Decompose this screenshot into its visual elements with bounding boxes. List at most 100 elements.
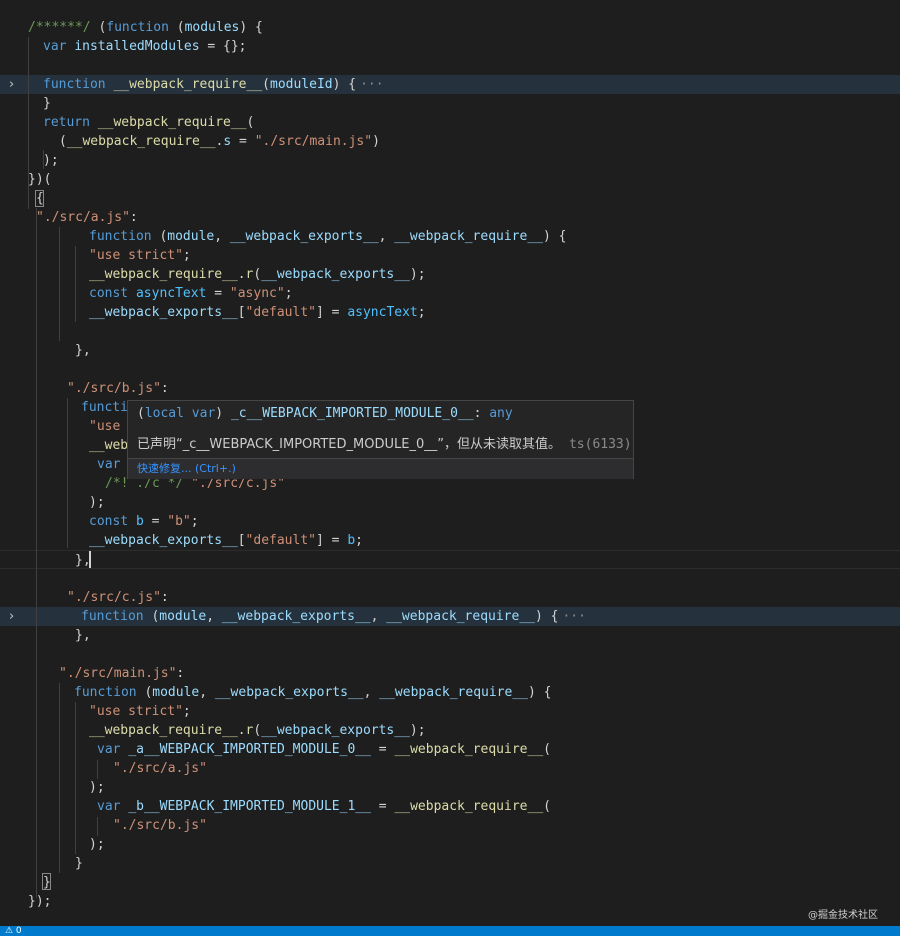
code-token: "./src/b.js" xyxy=(67,381,161,396)
indent-guide xyxy=(97,817,98,836)
code-line[interactable]: "./src/a.js" xyxy=(0,759,900,778)
code-line[interactable]: function (module, __webpack_exports__, _… xyxy=(0,683,900,702)
code-line[interactable]: function (module, __webpack_exports__, _… xyxy=(0,227,900,246)
code-text: "./src/b.js" xyxy=(113,816,207,835)
code-token: = xyxy=(370,799,395,814)
code-line[interactable]: }, xyxy=(0,550,900,569)
code-line[interactable]: } xyxy=(0,873,900,892)
code-token: ( xyxy=(136,685,153,700)
code-token: __webpack_require__ xyxy=(89,267,238,282)
code-text: }); xyxy=(28,892,51,911)
code-line[interactable]: var installedModules = {}; xyxy=(0,37,900,56)
code-token: __webpack_require__ xyxy=(379,685,528,700)
code-text: "use strict"; xyxy=(89,246,191,265)
code-line[interactable] xyxy=(0,569,900,588)
code-line[interactable]: }, xyxy=(0,341,900,360)
code-token: } xyxy=(43,96,51,111)
code-token: "default" xyxy=(245,533,316,548)
code-line[interactable]: "./src/b.js" xyxy=(0,816,900,835)
code-token: ] = xyxy=(316,305,348,320)
signature-token: ( xyxy=(137,406,145,421)
code-line[interactable]: "./src/main.js": xyxy=(0,664,900,683)
code-text: const b = "b"; xyxy=(89,512,199,531)
code-line[interactable]: "use strict"; xyxy=(0,702,900,721)
code-line[interactable]: ); xyxy=(0,778,900,797)
code-line[interactable]: const asyncText = "async"; xyxy=(0,284,900,303)
fold-chevron-icon[interactable]: › xyxy=(9,75,14,94)
code-token: ( xyxy=(143,609,160,624)
code-text: ); xyxy=(89,493,105,512)
code-token: , xyxy=(378,229,395,244)
code-line[interactable]: (__webpack_require__.s = "./src/main.js"… xyxy=(0,132,900,151)
code-token: , xyxy=(370,609,387,624)
code-line[interactable]: __webpack_require__.r(__webpack_exports_… xyxy=(0,265,900,284)
code-token: "./src/c.js" xyxy=(67,590,161,605)
code-token: ( xyxy=(262,77,270,92)
code-token: __webpack_exports__ xyxy=(221,609,371,624)
hover-tooltip: (local var) _c__WEBPACK_IMPORTED_MODULE_… xyxy=(127,400,634,479)
code-text: function (module, __webpack_exports__, _… xyxy=(74,683,551,702)
code-line[interactable]: __webpack_require__.r(__webpack_exports_… xyxy=(0,721,900,740)
code-line[interactable]: ); xyxy=(0,835,900,854)
code-line[interactable]: "./src/b.js": xyxy=(0,379,900,398)
code-token: asyncText xyxy=(135,286,207,301)
indent-guide xyxy=(36,208,37,898)
code-line[interactable]: } xyxy=(0,94,900,113)
code-line[interactable]: })( xyxy=(0,170,900,189)
code-text: (__webpack_require__.s = "./src/main.js"… xyxy=(59,132,380,151)
code-token: ( xyxy=(543,799,551,814)
code-line[interactable]: } xyxy=(0,854,900,873)
code-line[interactable]: "./src/c.js": xyxy=(0,588,900,607)
folded-ellipsis-icon[interactable]: ··· xyxy=(562,609,585,624)
code-text: const asyncText = "async"; xyxy=(89,284,293,303)
code-token: "b" xyxy=(167,514,191,529)
signature-token: ) xyxy=(215,406,231,421)
code-text: ); xyxy=(89,835,105,854)
code-line[interactable]: { xyxy=(0,189,900,208)
code-text: "./src/a.js" xyxy=(113,759,207,778)
code-line[interactable]: › function (module, __webpack_exports__, … xyxy=(0,607,900,626)
code-token: function xyxy=(89,229,152,244)
code-line[interactable]: "use strict"; xyxy=(0,246,900,265)
code-token: ] = xyxy=(316,533,348,548)
code-line[interactable]: var _b__WEBPACK_IMPORTED_MODULE_1__ = __… xyxy=(0,797,900,816)
code-token: "./src/main.js" xyxy=(254,134,373,149)
code-text: "./src/a.js": xyxy=(36,208,138,227)
code-line[interactable]: › function __webpack_require__(moduleId) … xyxy=(0,75,900,94)
code-line[interactable]: __webpack_exports__["default"] = b; xyxy=(0,531,900,550)
code-text: })( xyxy=(28,170,51,189)
problems-indicator[interactable]: ⚠ 0 xyxy=(5,926,22,936)
code-line[interactable] xyxy=(0,645,900,664)
code-line[interactable]: ); xyxy=(0,151,900,170)
code-token: "./src/a.js" xyxy=(36,210,130,225)
code-token: ; xyxy=(417,305,426,320)
code-text: var _a__WEBPACK_IMPORTED_MODULE_0__ = __… xyxy=(97,740,551,759)
code-line[interactable]: }); xyxy=(0,892,900,911)
code-line[interactable]: }, xyxy=(0,626,900,645)
code-line[interactable]: __webpack_exports__["default"] = asyncTe… xyxy=(0,303,900,322)
code-line[interactable]: "./src/a.js": xyxy=(0,208,900,227)
code-line[interactable] xyxy=(0,360,900,379)
code-line[interactable]: const b = "b"; xyxy=(0,512,900,531)
folded-ellipsis-icon[interactable]: ··· xyxy=(360,77,383,92)
code-token: = xyxy=(206,286,230,301)
code-token: ) xyxy=(372,134,380,149)
code-line[interactable] xyxy=(0,322,900,341)
code-line[interactable]: var _a__WEBPACK_IMPORTED_MODULE_0__ = __… xyxy=(0,740,900,759)
fold-chevron-icon[interactable]: › xyxy=(9,607,14,626)
code-token: __webpack_exports__ xyxy=(261,267,410,282)
code-token: moduleId xyxy=(270,77,333,92)
code-token: __webpack_require__ xyxy=(386,609,535,624)
code-token: = xyxy=(370,742,395,757)
code-token: ) { xyxy=(239,20,263,35)
code-line[interactable]: /******/ (function (modules) { xyxy=(0,18,900,37)
quick-fix-link[interactable]: 快速修复... (Ctrl+.) xyxy=(137,462,236,475)
code-line[interactable] xyxy=(0,56,900,75)
code-line[interactable]: return __webpack_require__( xyxy=(0,113,900,132)
code-line[interactable]: ); xyxy=(0,493,900,512)
code-token: __webpack_exports__ xyxy=(229,229,379,244)
hover-error-code: ts(6133) xyxy=(568,437,632,452)
code-token: "async" xyxy=(229,286,285,301)
